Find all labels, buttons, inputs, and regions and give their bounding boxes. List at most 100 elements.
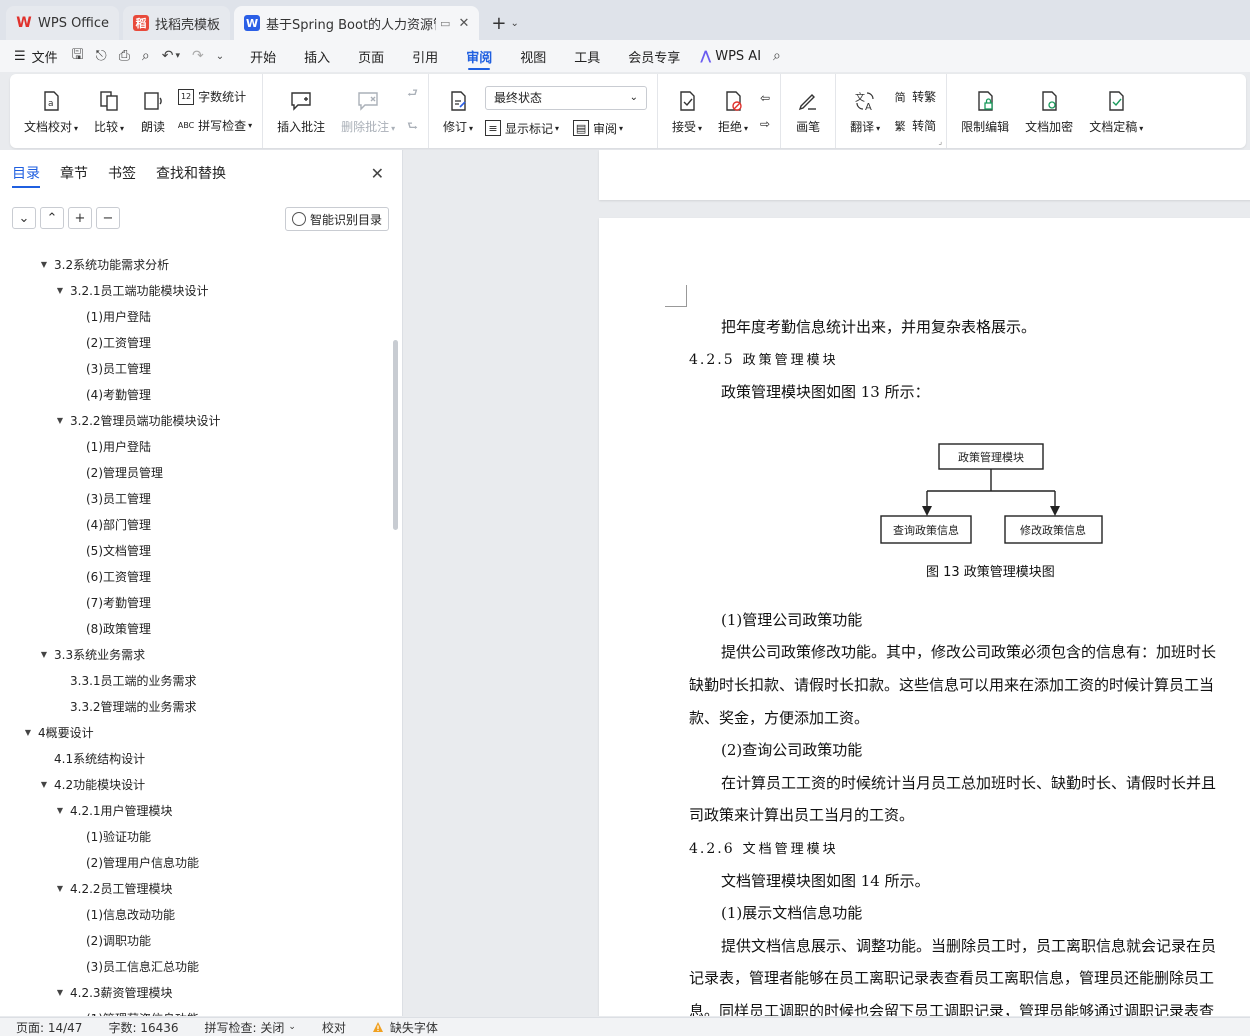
restrict-edit-button[interactable]: 限制编辑 xyxy=(953,81,1017,141)
translate-button[interactable]: 文A 翻译 ▾ xyxy=(842,81,888,141)
toc-item[interactable]: (2)管理员管理 xyxy=(86,462,163,482)
to-traditional-button[interactable]: 简 转繁 xyxy=(892,88,937,105)
toc-item[interactable]: (1)用户登陆 xyxy=(86,436,151,456)
word-count-indicator[interactable]: 字数: 16436 xyxy=(108,1019,178,1036)
toc-item[interactable]: ▼ 3.3系统业务需求 xyxy=(38,644,145,664)
expand-arrow-icon[interactable]: ▼ xyxy=(54,884,66,893)
toc-item[interactable]: 3.3.1员工端的业务需求 xyxy=(70,670,197,690)
menu-tab-view[interactable]: 视图 xyxy=(520,40,546,72)
nav-tab-toc[interactable]: 目录 xyxy=(12,150,40,196)
tab-document[interactable]: W 基于Spring Boot的人力资源管 ▭ ✕ xyxy=(234,6,480,40)
more-dropdown-icon[interactable]: ⌄ xyxy=(216,51,224,62)
expand-arrow-icon[interactable]: ▼ xyxy=(54,988,66,997)
toc-item[interactable]: (3)员工管理 xyxy=(86,358,151,378)
read-aloud-button[interactable]: 朗读 xyxy=(132,81,174,141)
toc-item[interactable]: (8)政策管理 xyxy=(86,618,151,638)
to-simplified-button[interactable]: 繁 转简 xyxy=(892,117,937,134)
print-preview-icon[interactable]: ⌕ xyxy=(142,48,150,64)
print-icon[interactable]: ⎙ xyxy=(119,48,130,64)
previous-comment-icon[interactable]: ⮐ xyxy=(407,84,418,105)
chevron-down-icon[interactable]: ⌄ xyxy=(12,207,36,229)
reject-button[interactable]: 拒绝 ▾ xyxy=(710,81,756,141)
share-icon[interactable]: ⎋ xyxy=(96,48,107,64)
page-indicator[interactable]: 页面: 14/47 xyxy=(16,1019,82,1036)
toc-item[interactable]: 4.1系统结构设计 xyxy=(54,748,145,768)
group-expand-icon[interactable]: ⌟ xyxy=(938,137,942,146)
insert-comment-button[interactable]: 插入批注 xyxy=(269,81,333,141)
nav-tab-sections[interactable]: 章节 xyxy=(60,150,88,196)
expand-arrow-icon[interactable]: ▼ xyxy=(38,780,50,789)
toc-item[interactable]: (4)部门管理 xyxy=(86,514,151,534)
accept-button[interactable]: 接受 ▾ xyxy=(664,81,710,141)
toc-item[interactable]: (7)考勤管理 xyxy=(86,592,151,612)
toc-item[interactable]: ▼ 3.2.1员工端功能模块设计 xyxy=(54,280,209,300)
missing-font-status[interactable]: 缺失字体 xyxy=(372,1019,438,1036)
toc-item[interactable]: (1)信息改动功能 xyxy=(86,904,175,924)
next-change-icon[interactable]: ⇨ xyxy=(760,117,770,131)
menu-tab-references[interactable]: 引用 xyxy=(412,40,438,72)
expand-arrow-icon[interactable]: ▼ xyxy=(38,650,50,659)
tab-wps-office[interactable]: W WPS Office xyxy=(6,6,120,40)
undo-dropdown-icon[interactable]: ▾ xyxy=(175,51,180,61)
next-comment-icon[interactable]: ⮑ xyxy=(407,117,418,138)
spell-check-status[interactable]: 拼写检查: 关闭 ⌄ xyxy=(205,1019,296,1036)
toc-item[interactable]: (1)用户登陆 xyxy=(86,306,151,326)
menu-tab-membership[interactable]: 会员专享 xyxy=(628,40,680,72)
toc-item[interactable]: ▼ 4.2功能模块设计 xyxy=(38,774,145,794)
plus-icon[interactable]: + xyxy=(68,207,92,229)
new-tab-button[interactable]: + ⌄ xyxy=(483,6,526,40)
expand-arrow-icon[interactable]: ▼ xyxy=(38,260,50,269)
redo-icon[interactable]: ↷ xyxy=(192,48,204,64)
undo-icon[interactable]: ↶ xyxy=(162,48,174,64)
toc-item[interactable]: (2)调职功能 xyxy=(86,930,151,950)
menu-tab-review[interactable]: 审阅 xyxy=(466,40,492,72)
previous-change-icon[interactable]: ⇦ xyxy=(760,91,770,105)
menu-tab-insert[interactable]: 插入 xyxy=(304,40,330,72)
wps-ai-button[interactable]: ⋀ WPS AI xyxy=(700,49,761,64)
toc-item[interactable]: (2)管理用户信息功能 xyxy=(86,852,199,872)
minus-icon[interactable]: − xyxy=(96,207,120,229)
toc-item[interactable]: ▼ 4.2.2员工管理模块 xyxy=(54,878,173,898)
expand-arrow-icon[interactable]: ▼ xyxy=(54,416,66,425)
toc-item[interactable]: ▼ 4.2.3薪资管理模块 xyxy=(54,982,173,1002)
chevron-up-icon[interactable]: ⌃ xyxy=(40,207,64,229)
search-icon[interactable]: ⌕ xyxy=(773,48,781,64)
toc-scrollbar[interactable] xyxy=(393,340,398,530)
expand-arrow-icon[interactable]: ▼ xyxy=(54,286,66,295)
chevron-down-icon[interactable]: ⌄ xyxy=(510,18,518,29)
file-menu[interactable]: ☰ 文件 xyxy=(14,47,58,66)
doc-finalize-button[interactable]: 文档定稿 ▾ xyxy=(1081,81,1151,141)
doc-proof-button[interactable]: a 文档校对 ▾ xyxy=(16,81,86,141)
nav-tab-bookmarks[interactable]: 书签 xyxy=(108,150,136,196)
nav-tab-find-replace[interactable]: 查找和替换 xyxy=(156,150,226,196)
doc-encrypt-button[interactable]: 文档加密 xyxy=(1017,81,1081,141)
menu-tab-page[interactable]: 页面 xyxy=(358,40,384,72)
compare-button[interactable]: 比较 ▾ xyxy=(86,81,132,141)
close-icon[interactable]: ✕ xyxy=(371,164,384,183)
word-count-button[interactable]: 12 字数统计 xyxy=(178,88,252,105)
monitor-icon[interactable]: ▭ xyxy=(440,17,450,30)
save-icon[interactable]: 🖫 xyxy=(72,44,84,68)
smart-toc-button[interactable]: 智能识别目录 xyxy=(284,207,389,231)
toc-item[interactable]: (1)验证功能 xyxy=(86,826,151,846)
toc-item[interactable]: (2)工资管理 xyxy=(86,332,151,352)
toc-item[interactable]: (5)文档管理 xyxy=(86,540,151,560)
tab-docer[interactable]: 稻 找稻壳模板 xyxy=(123,6,231,40)
toc-item[interactable]: (1)管理薪资信息功能 xyxy=(86,1008,199,1017)
toc-item[interactable]: ▼ 3.2.2管理员端功能模块设计 xyxy=(54,410,221,430)
pen-button[interactable]: 画笔 xyxy=(787,81,829,141)
close-icon[interactable]: ✕ xyxy=(458,16,469,31)
show-markup-button[interactable]: ≡ 显示标记 ▾ xyxy=(484,120,559,137)
menu-tab-tools[interactable]: 工具 xyxy=(574,40,600,72)
toc-item[interactable]: 3.3.2管理端的业务需求 xyxy=(70,696,197,716)
menu-tab-start[interactable]: 开始 xyxy=(250,40,276,72)
toc-item[interactable]: ▼ 4.2.1用户管理模块 xyxy=(54,800,173,820)
document-page[interactable]: 把年度考勤信息统计出来，并用复杂表格展示。 4.2.5 政策管理模块 政策管理模块… xyxy=(599,218,1250,1016)
spell-check-button[interactable]: ABC 拼写检查 ▾ xyxy=(178,117,252,134)
toc-item[interactable]: ▼ 4概要设计 xyxy=(22,722,94,742)
toc-item[interactable]: (6)工资管理 xyxy=(86,566,151,586)
track-changes-button[interactable]: 修订 ▾ xyxy=(435,81,481,141)
markup-state-select[interactable]: 最终状态 ⌄ xyxy=(484,85,647,110)
toc-item[interactable]: (4)考勤管理 xyxy=(86,384,151,404)
review-pane-button[interactable]: ▤ 审阅 ▾ xyxy=(573,120,623,137)
